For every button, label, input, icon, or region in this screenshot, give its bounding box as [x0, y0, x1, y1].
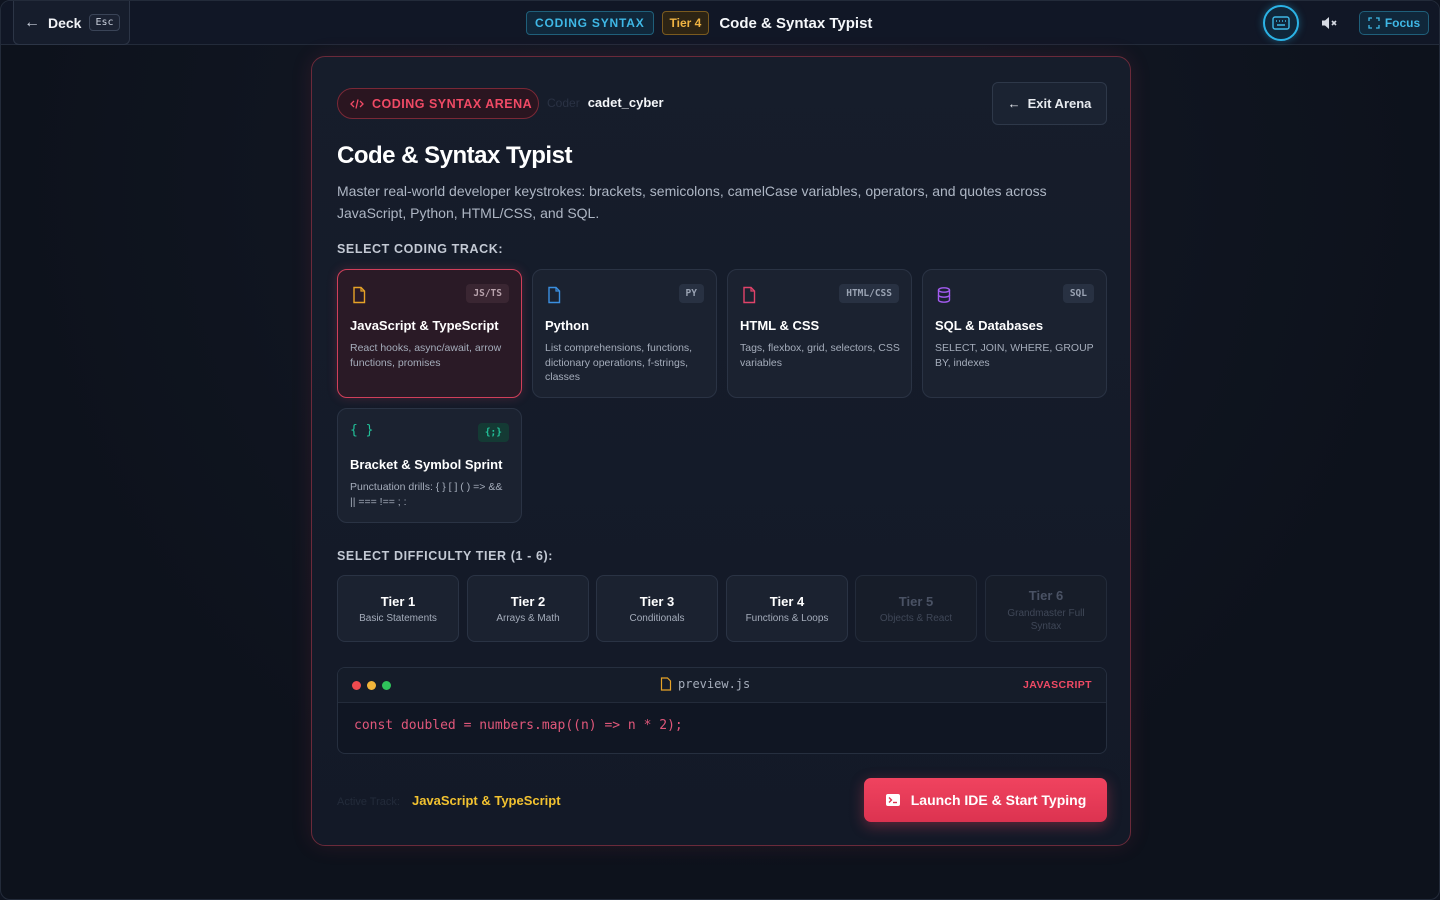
window-close-dot	[352, 681, 361, 690]
tier-name: Tier 2	[510, 594, 546, 609]
tier-subtitle: Objects & React	[879, 613, 953, 624]
arena-card: CODING SYNTAX ARENA Coder cadet_cyber ← …	[311, 56, 1131, 846]
breadcrumb: CODING SYNTAX Tier 4 Code & Syntax Typis…	[526, 11, 872, 35]
tier-name: Tier 6	[1028, 588, 1064, 603]
language-badge: JAVASCRIPT	[1023, 679, 1092, 691]
js-file-icon	[353, 286, 366, 304]
tier-subtitle: Grandmaster Full Syntax	[1007, 608, 1085, 632]
code-snippet: const doubled = numbers.map((n) => n * 2…	[354, 718, 683, 733]
arena-badge-label: CODING SYNTAX ARENA	[372, 96, 533, 111]
track-description: Tags, flexbox, grid, selectors, CSS vari…	[740, 342, 900, 369]
top-bar: ← Deck Esc CODING SYNTAX Tier 4 Code & S…	[1, 1, 1439, 45]
tracks-heading: SELECT CODING TRACK:	[337, 242, 504, 256]
tier-4-button[interactable]: Tier 4 Functions & Loops	[726, 575, 848, 642]
track-html-css[interactable]: HTML/CSS HTML & CSS Tags, flexbox, grid,…	[727, 269, 912, 398]
card-description: Master real-world developer keystrokes: …	[337, 183, 1047, 221]
js-file-icon	[660, 677, 672, 691]
coder-info: Coder cadet_cyber	[547, 95, 664, 110]
page-title: Code & Syntax Typist	[719, 14, 873, 32]
tier-3-button[interactable]: Tier 3 Conditionals	[596, 575, 718, 642]
tier-subtitle: Arrays & Math	[496, 613, 560, 624]
track-tag: PY	[678, 284, 704, 303]
track-tag: {;}	[477, 423, 509, 442]
speaker-muted-icon	[1322, 17, 1337, 29]
track-sql[interactable]: SQL SQL & Databases SELECT, JOIN, WHERE,…	[922, 269, 1107, 398]
card-title: Code & Syntax Typist	[337, 142, 572, 169]
tiers-heading: SELECT DIFFICULTY TIER (1 - 6):	[337, 549, 554, 563]
track-name: Bracket & Symbol Sprint	[350, 457, 503, 472]
active-track-value: JavaScript & TypeScript	[411, 793, 561, 808]
window-maximize-dot	[382, 681, 391, 690]
track-name: HTML & CSS	[740, 318, 820, 333]
app-frame: ← Deck Esc CODING SYNTAX Tier 4 Code & S…	[0, 0, 1440, 900]
tier-name: Tier 5	[898, 594, 934, 609]
launch-ide-button[interactable]: Launch IDE & Start Typing	[864, 778, 1107, 822]
tier-name: Tier 3	[639, 594, 675, 609]
focus-mode-button[interactable]: Focus	[1359, 11, 1429, 35]
coder-label: Coder	[547, 96, 580, 110]
track-description: SELECT, JOIN, WHERE, GROUP BY, indexes	[935, 342, 1094, 369]
tier-1-button[interactable]: Tier 1 Basic Statements	[337, 575, 459, 642]
back-to-deck-button[interactable]: ← Deck Esc	[13, 1, 130, 45]
editor-filename: preview.js	[660, 677, 750, 691]
keyboard-toggle-button[interactable]	[1263, 5, 1299, 41]
tier-name: Tier 4	[769, 594, 805, 609]
active-track-label: Active Track:	[337, 796, 400, 808]
mute-button[interactable]	[1319, 13, 1339, 33]
tier-6-button[interactable]: Tier 6 Grandmaster Full Syntax	[985, 575, 1107, 642]
keyboard-icon	[1272, 16, 1290, 30]
tier-badge: Tier 4	[661, 11, 710, 35]
code-preview: preview.js JAVASCRIPT const doubled = nu…	[337, 667, 1107, 754]
track-name: Python	[545, 318, 590, 333]
exit-label: Exit Arena	[1027, 96, 1092, 111]
active-track-info: Active Track: JavaScript & TypeScript	[337, 793, 561, 808]
filename-label: preview.js	[678, 677, 751, 691]
window-minimize-dot	[367, 681, 376, 690]
python-file-icon	[548, 286, 561, 304]
track-description: Punctuation drills: { } [ ] ( ) => && ||…	[350, 481, 503, 508]
track-name: SQL & Databases	[935, 318, 1044, 333]
track-description: React hooks, async/await, arrow function…	[350, 342, 502, 369]
tier-5-button[interactable]: Tier 5 Objects & React	[855, 575, 977, 642]
track-description: List comprehensions, functions, dictiona…	[545, 342, 693, 383]
html-file-icon	[743, 286, 756, 304]
exit-arena-button[interactable]: ← Exit Arena	[992, 82, 1107, 125]
focus-label: Focus	[1384, 16, 1421, 30]
code-icon	[350, 98, 364, 109]
arrow-left-icon: ←	[1007, 96, 1021, 111]
tier-subtitle: Basic Statements	[359, 613, 437, 624]
fullscreen-icon	[1368, 17, 1380, 29]
tier-subtitle: Conditionals	[629, 613, 685, 624]
track-javascript[interactable]: JS/TS JavaScript & TypeScript React hook…	[337, 269, 522, 398]
coder-name: cadet_cyber	[587, 95, 664, 110]
tier-2-button[interactable]: Tier 2 Arrays & Math	[467, 575, 589, 642]
tier-subtitle: Functions & Loops	[745, 613, 829, 624]
launch-label: Launch IDE & Start Typing	[910, 792, 1087, 808]
terminal-icon	[885, 794, 900, 806]
editor-titlebar: preview.js JAVASCRIPT	[338, 668, 1106, 703]
braces-icon: { }	[350, 423, 374, 438]
database-icon	[937, 287, 951, 303]
tier-name: Tier 1	[380, 594, 416, 609]
arena-badge: CODING SYNTAX ARENA	[337, 88, 539, 119]
esc-key-hint: Esc	[89, 14, 120, 31]
track-tag: JS/TS	[466, 284, 509, 303]
track-name: JavaScript & TypeScript	[350, 318, 499, 333]
category-badge: CODING SYNTAX	[526, 11, 654, 35]
track-bracket-sprint[interactable]: { } {;} Bracket & Symbol Sprint Punctuat…	[337, 408, 522, 523]
track-tag: HTML/CSS	[839, 284, 899, 303]
arrow-left-icon: ←	[24, 13, 40, 31]
track-python[interactable]: PY Python List comprehensions, functions…	[532, 269, 717, 398]
back-label: Deck	[48, 14, 82, 31]
track-tag: SQL	[1062, 284, 1094, 303]
